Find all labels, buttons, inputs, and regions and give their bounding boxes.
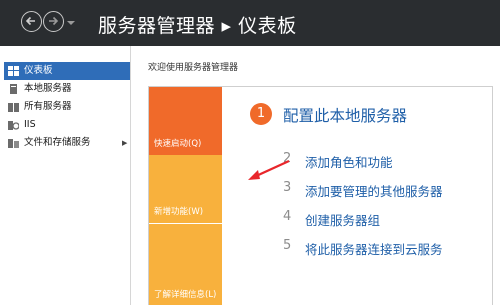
tile-label: 快速启动(Q)	[154, 139, 202, 149]
step-configure-link[interactable]: 配置此本地服务器	[283, 104, 407, 126]
tile-label: 了解详细信息(L)	[154, 290, 217, 300]
step-number: 3	[283, 180, 292, 195]
welcome-heading: 欢迎使用服务器管理器	[148, 63, 239, 73]
step-add-roles-link[interactable]: 添加角色和功能	[305, 152, 393, 171]
tile-label: 新增功能(W)	[154, 207, 204, 217]
back-button[interactable]	[21, 11, 42, 32]
tile-quick-start[interactable]: 快速启动(Q)	[149, 87, 222, 155]
step-number-badge: 1	[250, 103, 272, 125]
step-create-group-link[interactable]: 创建服务器组	[305, 210, 380, 229]
server-icon	[10, 84, 17, 94]
servers-icon	[8, 103, 19, 112]
sidebar-item-local-server[interactable]: 本地服务器	[4, 80, 130, 98]
sidebar-item-file-storage[interactable]: 文件和存储服务 ▶	[4, 134, 130, 152]
step-connect-cloud-link[interactable]: 将此服务器连接到云服务	[305, 239, 443, 258]
iis-icon	[8, 121, 19, 130]
chevron-right-icon[interactable]: ▶	[122, 134, 127, 152]
sidebar-item-label: 所有服务器	[24, 101, 72, 112]
dashboard-main: 欢迎使用服务器管理器 快速启动(Q) 新增功能(W) 了解详细信息(L)	[138, 46, 500, 305]
step-number: 4	[283, 209, 292, 224]
sidebar: 仪表板 本地服务器 所有服务器 IIS 文件和存储服务 ▶	[0, 46, 131, 305]
sidebar-item-label: 文件和存储服务	[24, 137, 91, 148]
sidebar-item-all-servers[interactable]: 所有服务器	[4, 98, 130, 116]
sidebar-item-dashboard[interactable]: 仪表板	[4, 62, 130, 80]
sidebar-item-label: 仪表板	[24, 65, 53, 76]
dashboard-icon	[8, 66, 19, 76]
sidebar-item-label: IIS	[24, 119, 36, 130]
title-bar: 服务器管理器 ▸ 仪表板	[0, 0, 500, 46]
chevron-down-icon[interactable]	[66, 19, 76, 27]
page-title: 服务器管理器 ▸ 仪表板	[98, 15, 297, 37]
sidebar-item-label: 本地服务器	[24, 83, 72, 94]
step-number: 5	[283, 238, 292, 253]
sidebar-item-iis[interactable]: IIS	[4, 116, 130, 134]
storage-icon	[8, 139, 19, 148]
arrow-right-icon	[49, 16, 59, 26]
arrow-left-icon	[25, 16, 35, 26]
annotation-arrow-icon	[248, 159, 290, 180]
tile-learn-more[interactable]: 了解详细信息(L)	[149, 223, 222, 305]
forward-button[interactable]	[43, 11, 64, 32]
tile-whats-new[interactable]: 新增功能(W)	[149, 155, 222, 223]
step-add-servers-link[interactable]: 添加要管理的其他服务器	[305, 181, 443, 200]
